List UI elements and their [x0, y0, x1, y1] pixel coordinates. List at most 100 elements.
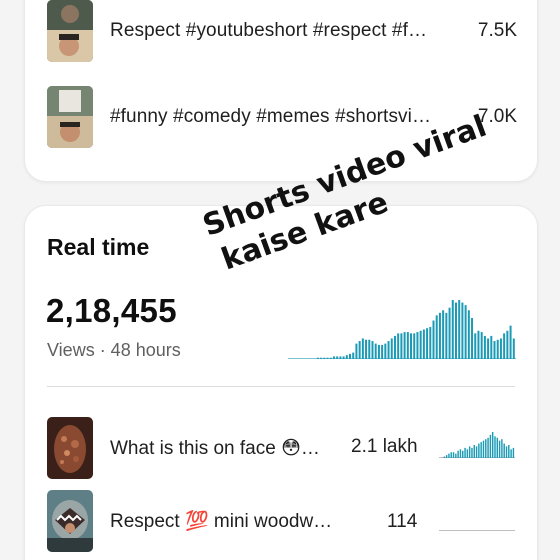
- top-video-row-1[interactable]: Respect #youtubeshort #respect #f… 7.5K: [47, 0, 517, 63]
- chart-bar: [467, 310, 470, 359]
- chart-bar: [464, 305, 467, 359]
- chart-bar: [477, 330, 480, 359]
- chart-bar: [435, 315, 438, 359]
- sparkline-bar: [478, 443, 480, 458]
- sparkline-bar: [475, 446, 478, 458]
- video-views: 114: [387, 511, 418, 532]
- chart-bar: [336, 356, 339, 359]
- sparkline-bar: [491, 432, 494, 458]
- sparkline-bar: [457, 450, 459, 458]
- chart-bar: [503, 333, 506, 359]
- chart-bar: [352, 352, 355, 359]
- sparkline-bar: [489, 434, 492, 458]
- chart-bar: [410, 333, 413, 359]
- chart-bar: [393, 335, 396, 359]
- chart-bar: [442, 310, 445, 359]
- chart-bar: [432, 320, 435, 359]
- realtime-title: Real time: [47, 234, 150, 260]
- chart-bar: [506, 330, 509, 359]
- chart-bar: [384, 343, 387, 359]
- chart-bar: [419, 330, 422, 359]
- chart-bar: [368, 339, 371, 359]
- chart-bar: [445, 312, 448, 359]
- chart-bar: [387, 341, 390, 359]
- sparkline-bar: [468, 446, 471, 458]
- sparkline-bar: [464, 447, 466, 458]
- chart-bar: [496, 339, 499, 359]
- sparkline-bar: [448, 453, 450, 458]
- sparkline-bar: [471, 447, 473, 458]
- sparkline-bar: [498, 440, 501, 458]
- sparkline-bar: [487, 437, 489, 458]
- chart-bar: [323, 357, 326, 359]
- chart-bar: [326, 357, 329, 359]
- video-title: #funny #comedy #memes #shortsvi…: [110, 106, 432, 127]
- chart-bar: [332, 356, 335, 359]
- chart-bar: [487, 338, 490, 359]
- chart-bar: [451, 300, 454, 359]
- sparkline-bar: [480, 442, 482, 458]
- sparkline-bar: [455, 453, 457, 458]
- chart-bar: [416, 332, 419, 359]
- chart-bar: [454, 302, 457, 359]
- chart-bar: [422, 329, 425, 359]
- chart-bar: [371, 341, 374, 359]
- chart-bar: [406, 332, 409, 359]
- sparkline-bar: [452, 452, 455, 458]
- video-sparkline: [439, 432, 515, 458]
- chart-bar: [471, 317, 474, 359]
- chart-bar: [509, 325, 512, 359]
- chart-bar: [377, 344, 380, 359]
- chart-bar: [349, 353, 351, 359]
- video-thumbnail: [47, 490, 93, 552]
- chart-bar: [512, 338, 515, 359]
- sparkline-bar: [512, 447, 515, 458]
- divider: [47, 386, 515, 387]
- sparkline-bar: [443, 456, 446, 458]
- chart-bar: [355, 343, 358, 359]
- video-thumbnail: [47, 0, 93, 62]
- chart-bar: [400, 333, 403, 359]
- video-sparkline: [439, 530, 515, 531]
- chart-bar: [438, 312, 441, 359]
- realtime-views-count: 2,18,455: [46, 292, 177, 329]
- chart-bar: [316, 357, 319, 359]
- chart-bar: [390, 338, 393, 359]
- sparkline-bar: [482, 440, 485, 458]
- sparkline-bar: [450, 452, 452, 458]
- sparkline-bar: [505, 446, 508, 458]
- sparkline-bar: [503, 443, 505, 458]
- realtime-bar-chart[interactable]: [288, 298, 516, 359]
- chart-bar: [339, 356, 342, 359]
- sparkline-bar: [494, 436, 496, 458]
- sparkline-bar: [485, 439, 487, 458]
- video-views: 7.5K: [477, 20, 517, 41]
- chart-bar: [361, 338, 364, 359]
- chart-bar: [499, 338, 502, 359]
- sparkline-bar: [508, 445, 510, 458]
- top-video-row-2[interactable]: #funny #comedy #memes #shortsvi… 7.0K: [47, 85, 517, 149]
- sparkline-bar: [466, 449, 469, 458]
- chart-bar: [474, 333, 477, 359]
- chart-bar: [458, 300, 461, 359]
- realtime-card: Real time 2,18,455 Views · 48 hours What…: [24, 205, 538, 560]
- chart-bar: [426, 328, 429, 359]
- chart-bar: [429, 326, 432, 359]
- chart-bar: [397, 333, 400, 359]
- sparkline-bar: [473, 445, 475, 458]
- sparkline-bar: [496, 437, 499, 458]
- chart-bar: [374, 343, 377, 359]
- chart-bar: [403, 332, 406, 359]
- realtime-subtitle: Views · 48 hours: [47, 340, 181, 360]
- chart-bar: [320, 357, 323, 359]
- chart-bar: [413, 333, 416, 359]
- chart-bar: [461, 302, 464, 359]
- chart-bar: [448, 307, 451, 359]
- chart-bar: [365, 339, 368, 359]
- chart-bar: [490, 335, 493, 359]
- chart-bar: [493, 341, 496, 359]
- sparkline-bar: [510, 449, 512, 458]
- video-thumbnail: [47, 86, 93, 148]
- chart-bar: [358, 341, 361, 359]
- sparkline-bar: [445, 455, 448, 458]
